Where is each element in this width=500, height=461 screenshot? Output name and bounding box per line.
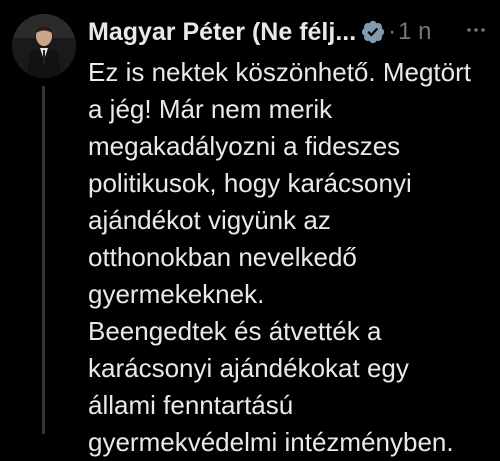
avatar[interactable] — [12, 14, 76, 78]
tweet[interactable]: Magyar Péter (Ne félj... · 1 n Ez is nek… — [0, 0, 500, 457]
separator: · — [388, 18, 397, 45]
more-horizontal-icon[interactable] — [464, 18, 488, 48]
tweet-text: Ez is nektek köszönhető. Megtört a jég! … — [88, 57, 471, 457]
thread-line — [42, 86, 45, 434]
author-name[interactable]: Magyar Péter (Ne félj... — [88, 18, 356, 47]
avatar-photo — [12, 14, 76, 78]
tweet-header: Magyar Péter (Ne félj... · 1 n — [88, 14, 490, 50]
timestamp[interactable]: 1 n — [398, 18, 431, 46]
verified-badge-icon — [360, 19, 386, 45]
